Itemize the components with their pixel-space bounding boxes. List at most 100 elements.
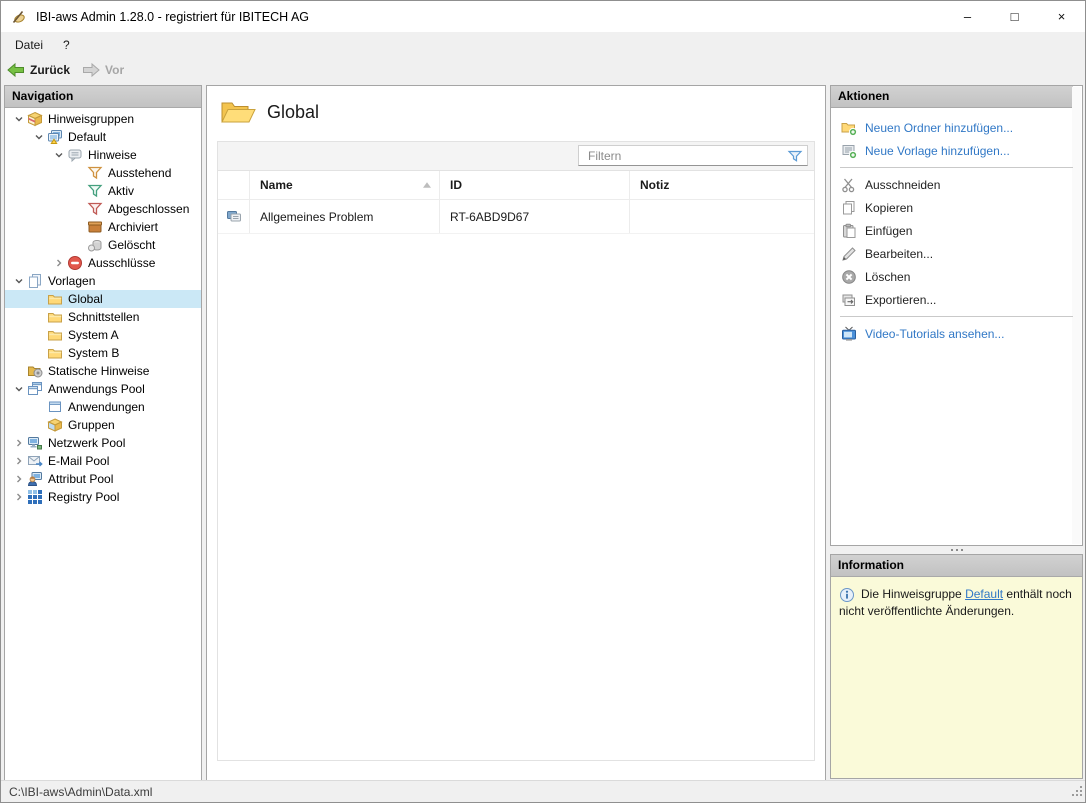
info-text-before: Die Hinweisgruppe <box>861 587 965 601</box>
action-ausschneiden[interactable]: Ausschneiden <box>831 173 1082 196</box>
nav-item-vorlagen[interactable]: Vorlagen <box>5 272 201 290</box>
nav-item-label: Global <box>68 292 103 306</box>
folder-icon <box>47 345 63 361</box>
folder-icon <box>47 327 63 343</box>
filter-strip <box>218 142 814 171</box>
funnel-red-icon <box>87 201 103 217</box>
exclusion-icon <box>67 255 83 271</box>
action-label: Einfügen <box>865 224 912 238</box>
nav-item-label: Registry Pool <box>48 490 119 504</box>
nav-item-label: Statische Hinweise <box>48 364 149 378</box>
nav-item-system-a[interactable]: System A <box>5 326 201 344</box>
sort-ascending-icon <box>422 181 432 189</box>
nav-item-hinweise[interactable]: Hinweise <box>5 146 201 164</box>
action-label: Neuen Ordner hinzufügen... <box>865 121 1013 135</box>
chevron-right-icon[interactable] <box>11 471 27 487</box>
nav-item-label: Netzwerk Pool <box>48 436 125 450</box>
chevron-down-icon[interactable] <box>11 273 27 289</box>
actions-separator <box>840 167 1073 168</box>
nav-item-statische-hinweise[interactable]: Statische Hinweise <box>5 362 201 380</box>
templates-icon <box>27 273 43 289</box>
default-group-link[interactable]: Default <box>965 587 1003 601</box>
chevron-spacer <box>31 399 47 415</box>
chevron-spacer <box>31 345 47 361</box>
nav-item-abgeschlossen[interactable]: Abgeschlossen <box>5 200 201 218</box>
nav-item-ausstehend[interactable]: Ausstehend <box>5 164 201 182</box>
nav-item-anwendungs-pool[interactable]: Anwendungs Pool <box>5 380 201 398</box>
filter-input[interactable] <box>579 146 788 165</box>
action-einf-gen[interactable]: Einfügen <box>831 219 1082 242</box>
chevron-down-icon[interactable] <box>11 381 27 397</box>
back-button[interactable]: Zurück <box>1 62 76 78</box>
export-icon <box>841 292 857 308</box>
paste-icon <box>841 223 857 239</box>
table-row[interactable]: Allgemeines ProblemRT-6ABD9D67 <box>218 200 814 234</box>
nav-item-aktiv[interactable]: Aktiv <box>5 182 201 200</box>
actions-panel: Aktionen Neuen Ordner hinzufügen...Neue … <box>830 85 1083 546</box>
chevron-right-icon[interactable] <box>11 453 27 469</box>
action-bearbeiten[interactable]: Bearbeiten... <box>831 242 1082 265</box>
minimize-button[interactable]: – <box>944 1 991 32</box>
nav-item-hinweisgruppen[interactable]: Hinweisgruppen <box>5 110 201 128</box>
nav-item-gel-scht[interactable]: Gelöscht <box>5 236 201 254</box>
maximize-button[interactable]: □ <box>991 1 1038 32</box>
titlebar: IBI-aws Admin 1.28.0 - registriert für I… <box>1 1 1085 32</box>
back-button-label: Zurück <box>30 63 70 77</box>
nav-item-anwendungen[interactable]: Anwendungen <box>5 398 201 416</box>
windows-icon <box>27 381 43 397</box>
nav-item-default[interactable]: Default <box>5 128 201 146</box>
chevron-spacer <box>71 201 87 217</box>
information-panel-header: Information <box>831 555 1082 577</box>
panel-splitter[interactable] <box>830 546 1083 554</box>
menu-help[interactable]: ? <box>53 32 80 57</box>
template-item-icon <box>226 209 242 225</box>
column-header-name[interactable]: Name <box>250 171 440 199</box>
action-l-schen[interactable]: Löschen <box>831 265 1082 288</box>
chevron-right-icon[interactable] <box>51 255 67 271</box>
nav-item-attribut-pool[interactable]: Attribut Pool <box>5 470 201 488</box>
chevron-down-icon[interactable] <box>51 147 67 163</box>
column-header-notiz[interactable]: Notiz <box>630 171 814 199</box>
chevron-right-icon[interactable] <box>11 435 27 451</box>
folder-add-icon <box>841 120 857 136</box>
forward-arrow-icon <box>82 62 100 78</box>
nav-item-netzwerk-pool[interactable]: Netzwerk Pool <box>5 434 201 452</box>
static-notes-icon <box>27 363 43 379</box>
chevron-down-icon[interactable] <box>11 111 27 127</box>
row-id-cell: RT-6ABD9D67 <box>440 200 630 233</box>
nav-item-label: Schnittstellen <box>68 310 139 324</box>
close-button[interactable]: × <box>1038 1 1085 32</box>
forward-button[interactable]: Vor <box>76 62 130 78</box>
action-label: Exportieren... <box>865 293 936 307</box>
nav-item-system-b[interactable]: System B <box>5 344 201 362</box>
action-exportieren[interactable]: Exportieren... <box>831 288 1082 311</box>
column-header-id[interactable]: ID <box>440 171 630 199</box>
nav-item-label: Abgeschlossen <box>108 202 189 216</box>
nav-item-global[interactable]: Global <box>5 290 201 308</box>
nav-item-label: E-Mail Pool <box>48 454 109 468</box>
table-header: NameIDNotiz <box>218 171 814 200</box>
chevron-spacer <box>31 417 47 433</box>
action-neuen-ordner-hinzuf-gen[interactable]: Neuen Ordner hinzufügen... <box>831 116 1082 139</box>
template-list: NameIDNotiz Allgemeines ProblemRT-6ABD9D… <box>217 141 815 761</box>
action-video-tutorials-ansehen[interactable]: Video-Tutorials ansehen... <box>831 322 1082 345</box>
action-label: Video-Tutorials ansehen... <box>865 327 1004 341</box>
nav-item-gruppen[interactable]: Gruppen <box>5 416 201 434</box>
nav-item-label: Attribut Pool <box>48 472 113 486</box>
resize-grip-icon[interactable] <box>1070 784 1083 800</box>
nav-item-registry-pool[interactable]: Registry Pool <box>5 488 201 506</box>
delete-icon <box>841 269 857 285</box>
filter-funnel-icon[interactable] <box>787 148 803 164</box>
nav-item-e-mail-pool[interactable]: E-Mail Pool <box>5 452 201 470</box>
chevron-down-icon[interactable] <box>31 129 47 145</box>
row-notiz-cell <box>630 200 814 233</box>
archive-icon <box>87 219 103 235</box>
nav-item-archiviert[interactable]: Archiviert <box>5 218 201 236</box>
nav-item-schnittstellen[interactable]: Schnittstellen <box>5 308 201 326</box>
chevron-right-icon[interactable] <box>11 489 27 505</box>
nav-item-label: Vorlagen <box>48 274 95 288</box>
nav-item-ausschl-sse[interactable]: Ausschlüsse <box>5 254 201 272</box>
action-neue-vorlage-hinzuf-gen[interactable]: Neue Vorlage hinzufügen... <box>831 139 1082 162</box>
menu-datei[interactable]: Datei <box>5 32 53 57</box>
action-kopieren[interactable]: Kopieren <box>831 196 1082 219</box>
